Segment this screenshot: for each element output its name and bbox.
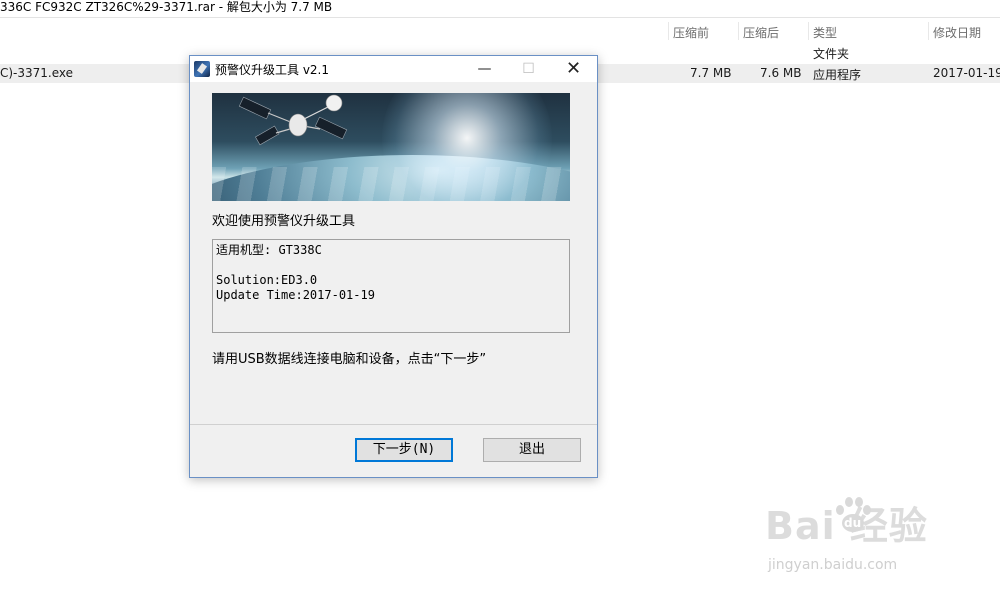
satellite-icon xyxy=(238,94,348,146)
row-file-type: 应用程序 xyxy=(813,68,862,82)
row-folder-type[interactable]: 文件夹 xyxy=(813,45,849,62)
column-header-modified[interactable]: 修改日期 xyxy=(933,24,981,41)
row-file-date: 2017-01-19 xyxy=(933,66,1000,80)
title-divider xyxy=(0,17,1000,18)
row-file-packed-after: 7.6 MB xyxy=(760,66,802,80)
info-solution: Solution:ED3.0 xyxy=(216,273,318,287)
baidu-jingyan-watermark: Bai 经验 du jingyan.baidu.com xyxy=(765,495,955,580)
column-header-packed-after[interactable]: 压缩后 xyxy=(743,24,779,41)
device-info-box: 适用机型: GT338C Solution:ED3.0 Update Time:… xyxy=(212,239,570,333)
maximize-button[interactable]: ☐ xyxy=(506,56,551,82)
column-header-type[interactable]: 类型 xyxy=(813,24,837,41)
sun-glow-graphic xyxy=(382,93,552,201)
satellite-app-icon xyxy=(194,61,210,77)
dialog-titlebar[interactable]: 预警仪升级工具 v2.1 — ☐ ✕ xyxy=(190,56,597,82)
paw-logo-icon: du xyxy=(836,497,871,532)
upgrade-tool-dialog: 预警仪升级工具 v2.1 — ☐ ✕ 欢迎使用预警仪升级工具 适用机型: GT3… xyxy=(189,55,598,478)
satellite-banner-image xyxy=(212,93,570,201)
watermark-du: du xyxy=(844,516,861,530)
column-separator[interactable] xyxy=(928,22,929,40)
column-header-packed-before[interactable]: 压缩前 xyxy=(673,24,709,41)
close-button[interactable]: ✕ xyxy=(551,56,596,82)
row-file-name[interactable]: C)-3371.exe xyxy=(0,66,73,80)
dialog-title: 预警仪升级工具 v2.1 xyxy=(215,63,330,77)
column-separator[interactable] xyxy=(738,22,739,40)
column-separator[interactable] xyxy=(808,22,809,40)
footer-divider xyxy=(190,424,597,425)
archive-window-title: 336C FC932C ZT326C%29-3371.rar - 解包大小为 7… xyxy=(0,0,333,14)
next-button[interactable]: 下一步(N) xyxy=(355,438,453,462)
instruction-text: 请用USB数据线连接电脑和设备，点击“下一步” xyxy=(212,352,487,367)
watermark-url: jingyan.baidu.com xyxy=(768,557,898,573)
row-file-packed-before: 7.7 MB xyxy=(690,66,732,80)
info-update-time: Update Time:2017-01-19 xyxy=(216,288,375,302)
info-model: 适用机型: GT338C xyxy=(216,243,322,257)
exit-button[interactable]: 退出 xyxy=(483,438,581,462)
minimize-button[interactable]: — xyxy=(462,56,507,82)
column-separator[interactable] xyxy=(668,22,669,40)
welcome-text: 欢迎使用预警仪升级工具 xyxy=(212,214,356,229)
